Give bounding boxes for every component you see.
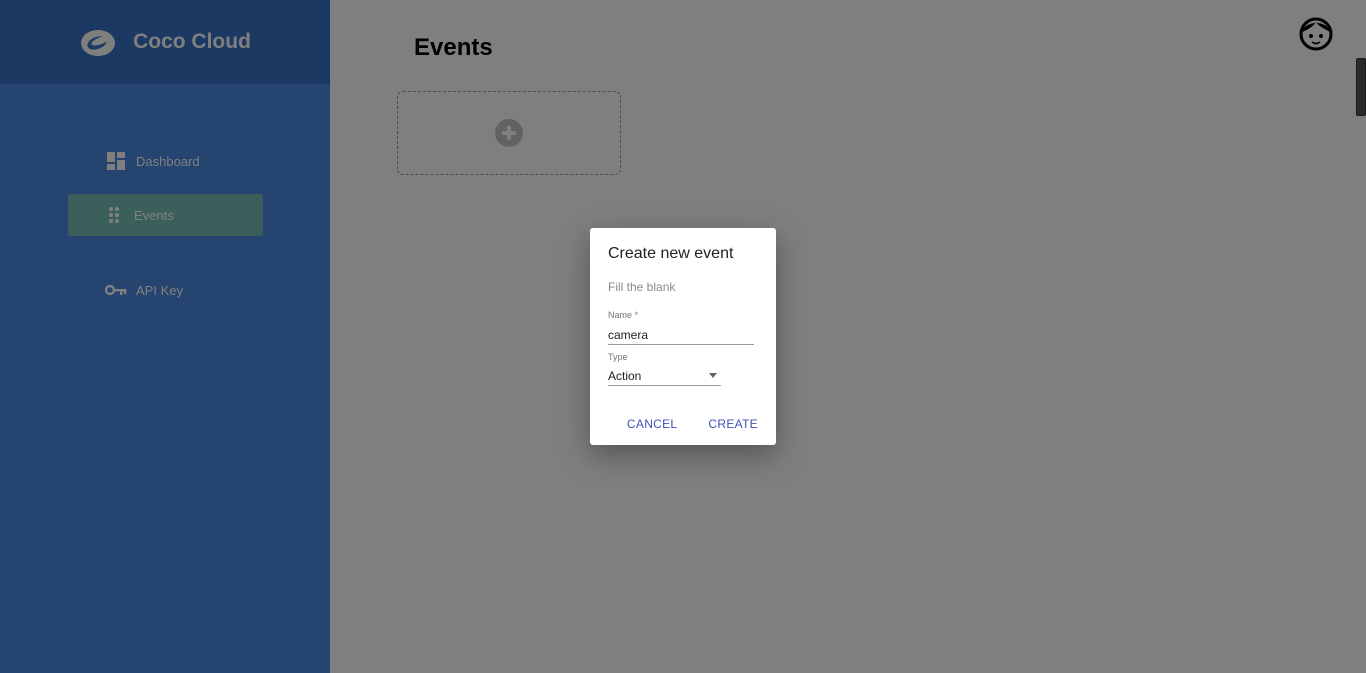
- create-event-dialog: Create new event Fill the blank Name * c…: [590, 228, 776, 445]
- type-select[interactable]: Action: [608, 366, 721, 386]
- dialog-title: Create new event: [608, 245, 734, 262]
- type-select-value: Action: [608, 368, 642, 383]
- cancel-button[interactable]: CANCEL: [627, 417, 677, 431]
- name-label: Name *: [608, 310, 639, 320]
- dialog-subtitle: Fill the blank: [608, 280, 676, 294]
- create-button[interactable]: CREATE: [708, 417, 758, 431]
- name-input[interactable]: camera: [608, 325, 754, 345]
- dialog-actions: CANCEL CREATE: [627, 417, 758, 431]
- type-label: Type: [608, 352, 628, 362]
- dropdown-caret-icon: [709, 373, 717, 378]
